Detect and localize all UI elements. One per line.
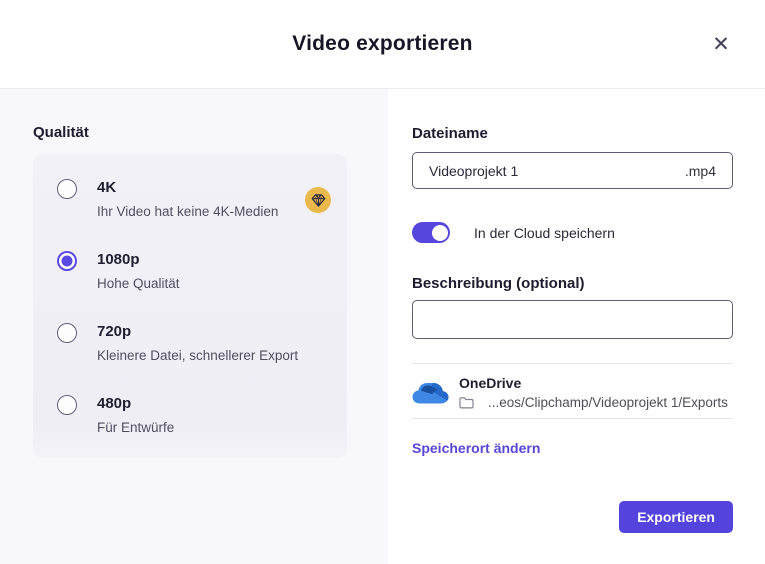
dialog-title: Video exportieren xyxy=(292,32,473,55)
onedrive-icon xyxy=(412,383,449,404)
close-icon[interactable]: ✕ xyxy=(707,30,735,58)
storage-text: OneDrive ...eos/Clipchamp/Videoprojekt 1… xyxy=(459,374,733,410)
option-description: Kleinere Datei, schnellerer Export xyxy=(97,348,299,363)
radio-4k[interactable] xyxy=(57,179,77,199)
option-label: 720p xyxy=(97,323,132,340)
storage-path: ...eos/Clipchamp/Videoprojekt 1/Exports xyxy=(488,395,728,410)
option-description: Hohe Qualität xyxy=(97,276,180,291)
divider xyxy=(412,418,733,419)
folder-icon xyxy=(459,397,474,409)
dialog-header: Video exportieren ✕ xyxy=(0,0,765,89)
description-label: Beschreibung (optional) xyxy=(412,275,585,292)
storage-location-row: OneDrive ...eos/Clipchamp/Videoprojekt 1… xyxy=(412,374,733,410)
divider xyxy=(412,363,733,364)
quality-option-720p[interactable]: 720p Kleinere Datei, schnellerer Export xyxy=(57,322,331,364)
radio-480p[interactable] xyxy=(57,395,77,415)
quality-option-4k[interactable]: 4K Ihr Video hat keine 4K-Medien xyxy=(57,178,331,220)
filename-label: Dateiname xyxy=(412,125,488,142)
export-settings-panel: Dateiname .mp4 In der Cloud speichern Be… xyxy=(388,89,765,564)
option-text: 480p Für Entwürfe xyxy=(97,394,174,436)
storage-provider-name: OneDrive xyxy=(459,375,522,391)
dialog-footer: Exportieren xyxy=(412,501,733,564)
option-label: 480p xyxy=(97,395,132,412)
premium-diamond-icon xyxy=(305,187,331,213)
storage-path-row: ...eos/Clipchamp/Videoprojekt 1/Exports xyxy=(459,395,733,410)
filename-field[interactable]: .mp4 xyxy=(412,152,733,189)
filename-extension: .mp4 xyxy=(684,162,716,179)
quality-panel: Qualität 4K Ihr Video hat keine 4K-Medie… xyxy=(0,89,388,564)
quality-option-480p[interactable]: 480p Für Entwürfe xyxy=(57,394,331,436)
option-text: 1080p Hohe Qualität xyxy=(97,250,180,292)
cloud-toggle-row: In der Cloud speichern xyxy=(412,222,733,243)
quality-card: 4K Ihr Video hat keine 4K-Medien 1080p H… xyxy=(33,154,347,458)
option-description: Ihr Video hat keine 4K-Medien xyxy=(97,204,279,219)
option-text: 4K Ihr Video hat keine 4K-Medien xyxy=(97,178,278,220)
option-description: Für Entwürfe xyxy=(97,420,175,435)
option-text: 720p Kleinere Datei, schnellerer Export xyxy=(97,322,298,364)
export-button[interactable]: Exportieren xyxy=(619,501,733,533)
option-label: 1080p xyxy=(97,251,140,268)
filename-input[interactable] xyxy=(429,162,685,179)
cloud-save-toggle[interactable] xyxy=(412,222,450,243)
option-label: 4K xyxy=(97,179,117,196)
radio-1080p[interactable] xyxy=(57,251,77,271)
radio-720p[interactable] xyxy=(57,323,77,343)
quality-heading: Qualität xyxy=(33,124,89,141)
cloud-toggle-label: In der Cloud speichern xyxy=(474,224,615,241)
dialog-body: Qualität 4K Ihr Video hat keine 4K-Medie… xyxy=(0,89,765,564)
change-location-link[interactable]: Speicherort ändern xyxy=(412,440,540,456)
description-input[interactable] xyxy=(412,300,733,339)
toggle-knob xyxy=(431,224,448,241)
export-dialog: Video exportieren ✕ Qualität 4K Ihr Vide… xyxy=(0,0,765,564)
quality-option-1080p[interactable]: 1080p Hohe Qualität xyxy=(57,250,331,292)
